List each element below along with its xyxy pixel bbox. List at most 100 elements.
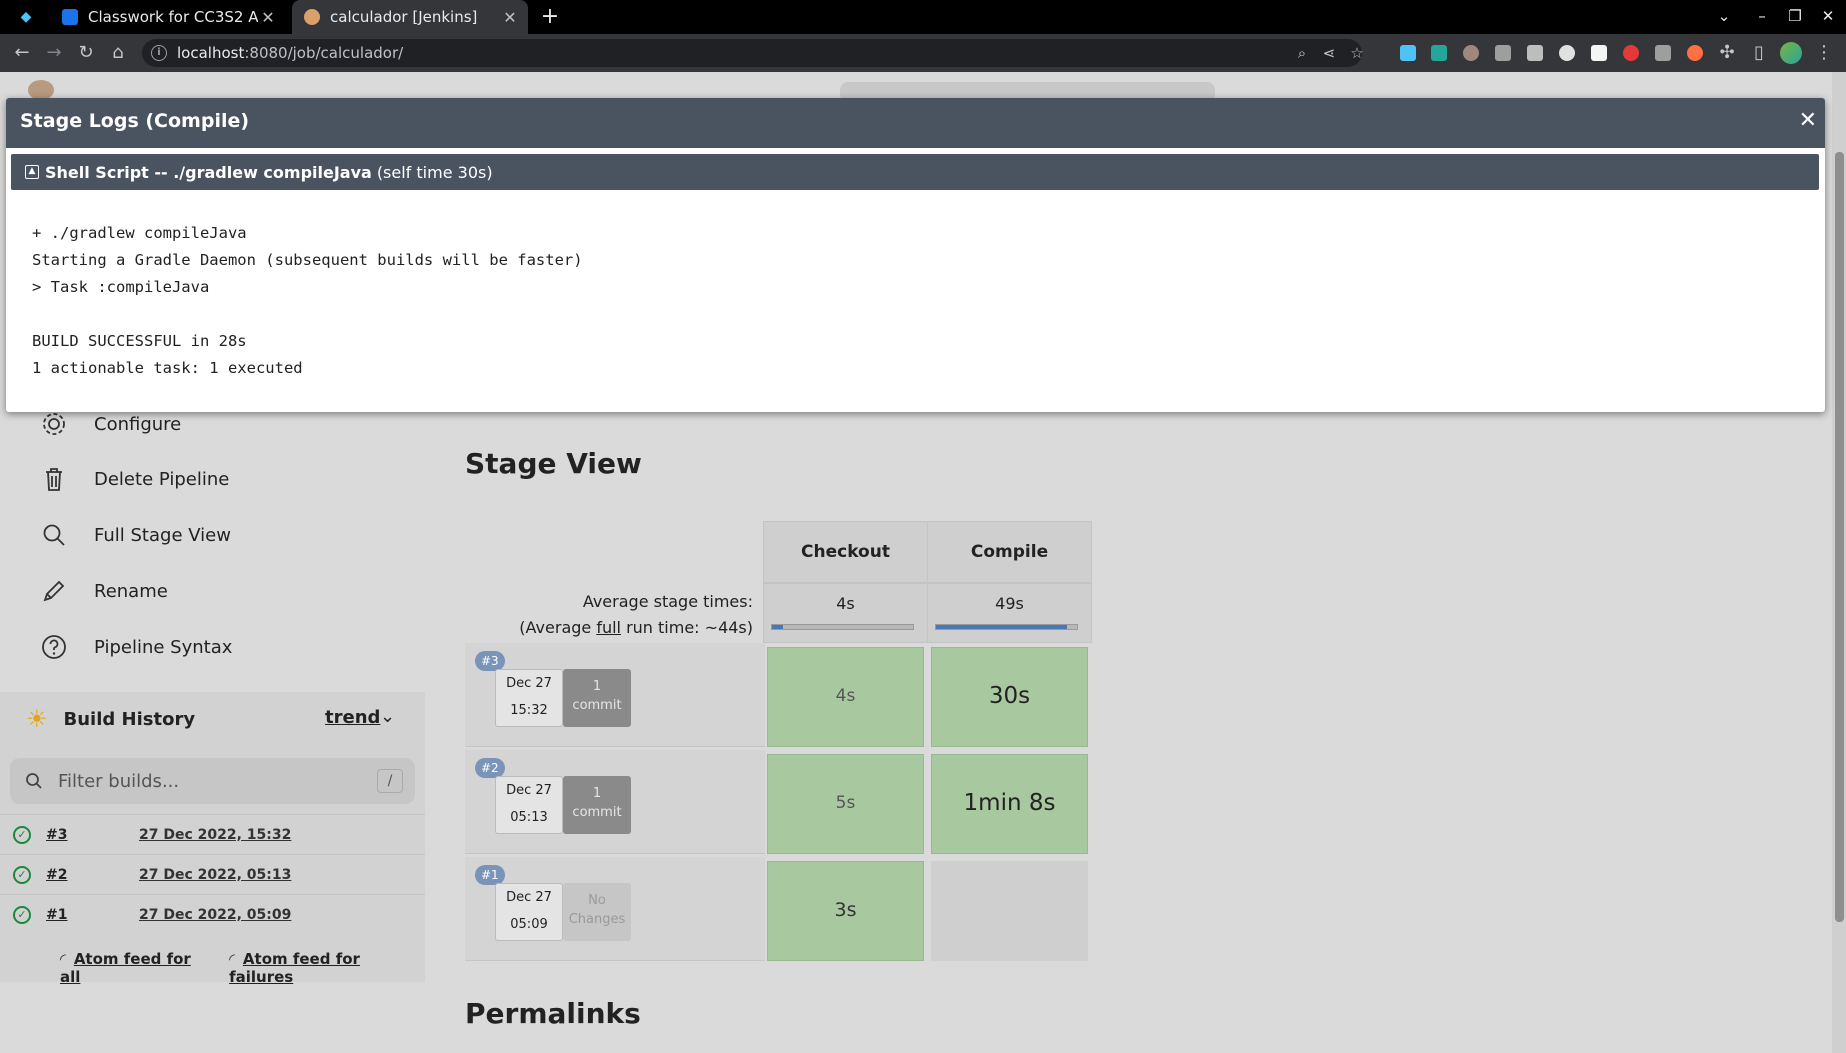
- changes-box[interactable]: 1 commit: [563, 776, 631, 834]
- atom-feed-failures-link[interactable]: ◜ Atom feed for failures: [229, 950, 425, 986]
- sidebar-item-delete-pipeline[interactable]: Delete Pipeline: [40, 459, 229, 499]
- build-badge[interactable]: #1: [475, 865, 505, 885]
- collapse-icon[interactable]: ▲: [25, 165, 39, 179]
- tab-search-icon[interactable]: ⌄: [1714, 7, 1734, 25]
- avg-progress-bar: [771, 624, 914, 630]
- atom-feed-all-link[interactable]: ◜ Atom feed for all: [60, 950, 213, 986]
- build-row[interactable]: ✓ #2 27 Dec 2022, 05:13: [0, 854, 425, 894]
- tab-jenkins[interactable]: calculador [Jenkins] ✕: [292, 0, 528, 34]
- success-check-icon: ✓: [13, 825, 31, 844]
- sun-icon: ☀: [26, 705, 48, 733]
- extension-camera-icon[interactable]: [1655, 45, 1671, 61]
- new-tab-button[interactable]: +: [537, 4, 563, 30]
- sidebar-item-label: Configure: [94, 413, 182, 435]
- search-icon: [26, 773, 42, 789]
- sidebar-item-label: Full Stage View: [94, 524, 231, 546]
- close-tab-icon[interactable]: ✕: [500, 8, 520, 27]
- pencil-icon: [43, 580, 65, 602]
- build-number-link[interactable]: #1: [46, 907, 136, 923]
- shortcut-key-badge: /: [377, 769, 403, 793]
- menu-kebab-icon[interactable]: ⋮: [1812, 41, 1836, 65]
- build-number-link[interactable]: #3: [46, 827, 136, 843]
- search-icon: [43, 524, 65, 546]
- page-scrollbar[interactable]: [1832, 72, 1846, 1053]
- gear-icon: [43, 413, 65, 435]
- extension-fox-icon[interactable]: [1687, 45, 1703, 61]
- tab-pinned[interactable]: ◆: [14, 0, 38, 34]
- browser-tabstrip: ◆ Classwork for CC3S2 A De ✕ calculador …: [0, 0, 1846, 34]
- sidebar-item-full-stage-view[interactable]: Full Stage View: [40, 515, 231, 555]
- bookmark-star-icon[interactable]: ☆: [1345, 39, 1369, 67]
- extension-mail-icon[interactable]: [1431, 45, 1447, 61]
- console-log: + ./gradlew compileJava Starting a Gradle…: [32, 220, 583, 382]
- changes-box[interactable]: 1 commit: [563, 669, 631, 727]
- sidebar-item-pipeline-syntax[interactable]: Pipeline Syntax: [40, 627, 232, 667]
- stage-cell[interactable]: 30s: [931, 647, 1088, 747]
- address-bar[interactable]: i localhost:8080/job/calculador/ ⌕ ⋖ ☆: [142, 39, 1364, 67]
- modal-header: Stage Logs (Compile) ✕: [6, 98, 1825, 148]
- log-line: + ./gradlew compileJava: [32, 224, 247, 242]
- reload-icon[interactable]: ↻: [74, 41, 98, 65]
- stage-cell[interactable]: 4s: [767, 647, 924, 747]
- extension-stack-icon[interactable]: [1527, 45, 1543, 61]
- site-info-icon[interactable]: i: [151, 45, 167, 61]
- build-row[interactable]: ✓ #3 27 Dec 2022, 15:32: [0, 814, 425, 854]
- extension-diamond-icon[interactable]: [1400, 45, 1416, 61]
- build-number-link[interactable]: #2: [46, 867, 136, 883]
- build-date-link[interactable]: 27 Dec 2022, 05:09: [139, 907, 291, 923]
- extension-openai-icon[interactable]: [1559, 45, 1575, 61]
- stage-cell[interactable]: 1min 8s: [931, 754, 1088, 854]
- scrollbar-thumb[interactable]: [1835, 152, 1844, 922]
- build-history-header: ☀ Build History trend ⌄: [0, 692, 425, 746]
- maximize-icon[interactable]: ❐: [1785, 7, 1805, 25]
- zoom-icon[interactable]: ⌕: [1290, 39, 1314, 67]
- extensions-puzzle-icon[interactable]: ✣: [1715, 41, 1739, 65]
- build-badge[interactable]: #3: [475, 651, 505, 671]
- full-run-link[interactable]: full: [596, 618, 621, 637]
- close-tab-icon[interactable]: ✕: [258, 8, 278, 27]
- stage-cell[interactable]: 3s: [767, 861, 924, 961]
- avg-time-compile: 49s: [927, 583, 1092, 643]
- run-row-label: #1 Dec 27 05:09 No Changes: [465, 857, 765, 961]
- sidebar-item-label: Delete Pipeline: [94, 468, 230, 490]
- stage-header-checkout: Checkout: [763, 521, 928, 583]
- side-panel-icon[interactable]: ▯: [1747, 41, 1771, 65]
- success-check-icon: ✓: [13, 905, 31, 924]
- sidebar-item-label: Rename: [94, 580, 168, 602]
- tab-title: Classwork for CC3S2 A De: [88, 8, 258, 26]
- chevron-down-icon[interactable]: ⌄: [380, 706, 395, 727]
- rss-icon: ◜: [60, 950, 66, 968]
- extension-glasses-icon[interactable]: [1495, 45, 1511, 61]
- home-icon[interactable]: ⌂: [106, 41, 130, 65]
- extension-red-icon[interactable]: [1623, 45, 1639, 61]
- build-history-panel: ☀ Build History trend ⌄ Filter builds...…: [0, 692, 425, 986]
- sidebar-item-rename[interactable]: Rename: [40, 571, 168, 611]
- step-self-time: (self time 30s): [376, 162, 493, 182]
- tab-classwork[interactable]: Classwork for CC3S2 A De ✕: [50, 0, 286, 34]
- run-date: Dec 27 05:09: [495, 883, 563, 941]
- extension-notion-icon[interactable]: [1591, 45, 1607, 61]
- stage-cell[interactable]: 5s: [767, 754, 924, 854]
- minimize-icon[interactable]: –: [1752, 7, 1772, 25]
- close-icon[interactable]: ✕: [1799, 108, 1817, 133]
- step-header[interactable]: ▲ Shell Script -- ./gradlew compileJava …: [11, 154, 1819, 190]
- close-window-icon[interactable]: ✕: [1818, 7, 1838, 25]
- share-icon[interactable]: ⋖: [1317, 39, 1341, 67]
- extension-face-icon[interactable]: [1463, 45, 1479, 61]
- jenkins-favicon-icon: [304, 9, 320, 25]
- build-row[interactable]: ✓ #1 27 Dec 2022, 05:09: [0, 894, 425, 934]
- build-date-link[interactable]: 27 Dec 2022, 15:32: [139, 827, 291, 843]
- browser-toolbar: ← → ↻ ⌂ i localhost:8080/job/calculador/…: [0, 34, 1846, 72]
- build-badge[interactable]: #2: [475, 758, 505, 778]
- build-date-link[interactable]: 27 Dec 2022, 05:13: [139, 867, 291, 883]
- forward-icon[interactable]: →: [42, 41, 66, 65]
- avg-label-line-1: Average stage times:: [582, 592, 753, 611]
- classroom-favicon-icon: [62, 9, 78, 25]
- profile-avatar[interactable]: [1780, 42, 1802, 64]
- jenkins-logo-icon[interactable]: [28, 80, 54, 100]
- filter-builds-input[interactable]: Filter builds... /: [10, 758, 415, 804]
- run-row-label: #2 Dec 27 05:13 1 commit: [465, 750, 765, 854]
- back-icon[interactable]: ←: [10, 41, 34, 65]
- trend-link[interactable]: trend: [325, 707, 380, 728]
